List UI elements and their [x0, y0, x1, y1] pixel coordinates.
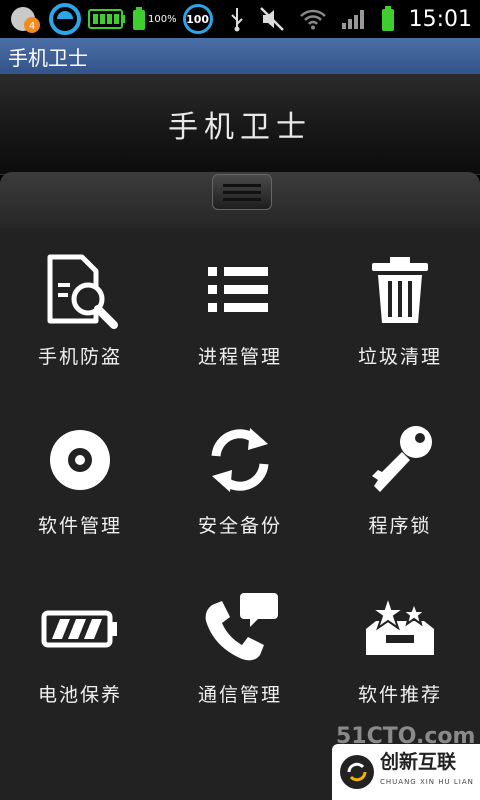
browser-notification-icon: 4 [8, 4, 42, 34]
trash-icon [355, 246, 445, 336]
clock: 15:01 [408, 6, 472, 32]
menu-item-label: 软件管理 [37, 515, 122, 537]
watermark-brand: 创新互联 CHUANG XIN HU LIAN [332, 744, 480, 800]
status-bar: 4 100% 100 15:01 [0, 0, 480, 38]
battery-level-icon: 100% [132, 7, 177, 31]
star-box-icon [355, 584, 445, 674]
sync-icon [195, 415, 285, 505]
menu-item-label: 程序锁 [368, 515, 432, 537]
app-title-bar: 手机卫士 [0, 38, 480, 74]
menu-item-app-lock[interactable]: 程序锁 [320, 397, 480, 566]
feature-grid: 手机防盗 进程管理 垃圾清理 软件管理 安全备份 程序锁 电池保养 通信管理 软… [0, 228, 480, 800]
page-title: 手机卫士 [168, 110, 312, 145]
signal-icon [341, 8, 367, 30]
menu-item-label: 手机防盗 [37, 346, 122, 368]
menu-item-label: 安全备份 [197, 515, 282, 537]
menu-item-process-manager[interactable]: 进程管理 [160, 228, 320, 397]
menu-item-anti-theft[interactable]: 手机防盗 [0, 228, 160, 397]
menu-item-label: 垃圾清理 [357, 346, 442, 368]
disc-icon [35, 415, 125, 505]
menu-item-junk-cleaner[interactable]: 垃圾清理 [320, 228, 480, 397]
list-icon [195, 246, 285, 336]
brand-logo-icon [340, 755, 374, 789]
menu-item-label: 电池保养 [37, 684, 122, 706]
charging-battery-icon [381, 6, 395, 32]
menu-item-battery-care[interactable]: 电池保养 [0, 566, 160, 735]
full-battery-icon [88, 8, 126, 30]
notification-count: 4 [29, 21, 35, 32]
ie-browser-icon [48, 2, 82, 36]
menu-item-label: 进程管理 [197, 346, 282, 368]
phone-chat-icon [195, 584, 285, 674]
menu-item-software-manager[interactable]: 软件管理 [0, 397, 160, 566]
battery-percent: 100% [148, 13, 177, 25]
header: 手机卫士 [0, 74, 480, 175]
menu-item-software-recommend[interactable]: 软件推荐 [320, 566, 480, 735]
circle-badge: 100 [182, 4, 213, 34]
drawer-handle[interactable] [212, 174, 272, 210]
key-icon [355, 415, 445, 505]
menu-item-security-backup[interactable]: 安全备份 [160, 397, 320, 566]
menu-item-communication-manager[interactable]: 通信管理 [160, 566, 320, 735]
wifi-icon [299, 8, 327, 30]
mute-icon [259, 6, 285, 32]
usb-icon [229, 6, 245, 32]
brand-name: 创新互联 [380, 751, 457, 773]
brand-subtitle: CHUANG XIN HU LIAN [380, 778, 474, 786]
menu-item-label: 软件推荐 [357, 684, 442, 706]
document-search-icon [35, 246, 125, 336]
menu-item-label: 通信管理 [197, 684, 282, 706]
sliding-drawer [0, 172, 480, 228]
battery-icon [35, 584, 125, 674]
window-title: 手机卫士 [8, 45, 88, 70]
